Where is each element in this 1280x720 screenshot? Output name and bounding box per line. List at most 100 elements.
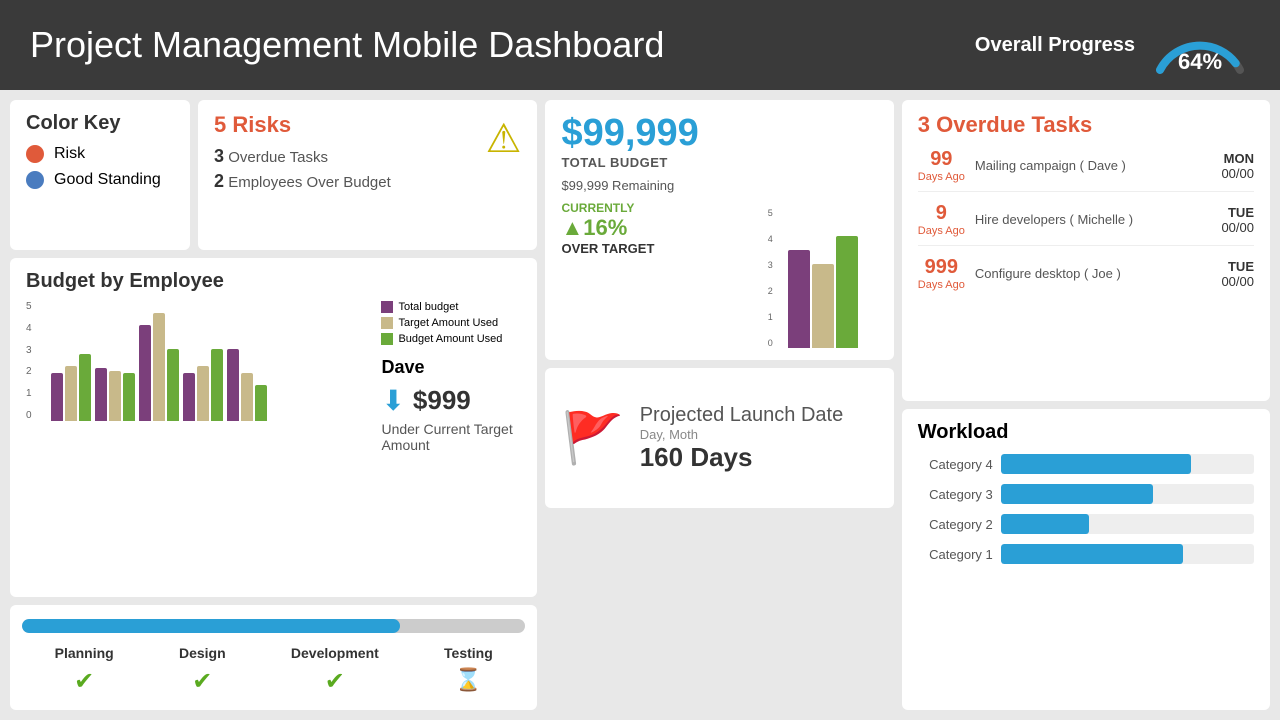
bar-group <box>95 368 135 421</box>
dave-label: Under Current Target Amount <box>381 421 521 453</box>
milestone-testing: Testing ⌛ <box>444 645 493 696</box>
gauge-chart: 64% <box>1150 15 1250 75</box>
check-icon: ✔ <box>192 667 212 696</box>
milestone-progress-fill <box>22 619 400 633</box>
top-left-row: Color Key Risk Good Standing 5 Risks 3 O… <box>10 100 537 250</box>
employee-bar-chart: 5 4 3 2 1 0 <box>26 301 371 421</box>
over-target: OVER TARGET <box>561 241 755 256</box>
workload-bar-fill <box>1001 454 1191 474</box>
legend-good: Good Standing <box>26 171 174 189</box>
workload-label: Category 2 <box>918 517 993 532</box>
task-row: 99 Days Ago Mailing campaign ( Dave ) MO… <box>918 148 1254 192</box>
mini-y-axis: 5 4 3 2 1 0 <box>768 208 773 348</box>
mini-bar-green <box>836 236 858 348</box>
risk-label: Risk <box>54 145 85 163</box>
left-panel: Color Key Risk Good Standing 5 Risks 3 O… <box>10 100 537 710</box>
risks-label: Risks <box>232 112 291 137</box>
workload-bar-fill <box>1001 514 1090 534</box>
milestone-planning: Planning ✔ <box>55 645 114 696</box>
dave-value: $999 <box>413 385 471 416</box>
risks-count: 5 <box>214 112 226 137</box>
budget-mini-chart: 5 4 3 2 1 0 <box>768 112 878 348</box>
milestone-development: Development ✔ <box>291 645 379 696</box>
budget-remaining: $99,999 Remaining <box>561 178 755 193</box>
bar-green <box>211 349 223 421</box>
workload-row-2: Category 2 <box>918 514 1254 534</box>
launch-days: 160 Days <box>640 442 843 473</box>
launch-info: Projected Launch Date Day, Moth 160 Days <box>640 404 843 473</box>
flag-icon: 🚩 <box>561 409 623 468</box>
bar-tan <box>197 366 209 421</box>
bar-group <box>51 354 91 421</box>
milestones-section: Planning ✔ Design ✔ Development ✔ Testin… <box>10 605 537 710</box>
launch-title: Projected Launch Date <box>640 404 843 427</box>
color-key-title: Color Key <box>26 112 174 135</box>
milestone-design: Design ✔ <box>179 645 226 696</box>
task-days-1: 99 Days Ago <box>918 148 965 183</box>
task-days-2: 9 Days Ago <box>918 202 965 237</box>
workload-bar-outer <box>1001 544 1254 564</box>
workload-label: Category 3 <box>918 487 993 502</box>
workload-bar-outer <box>1001 514 1254 534</box>
mini-bar-chart: 5 4 3 2 1 0 <box>768 208 878 348</box>
bar-tan <box>153 313 165 421</box>
bar-purple <box>183 373 195 421</box>
employee-chart-area: 5 4 3 2 1 0 <box>26 301 371 453</box>
risks-card: 5 Risks 3 Overdue Tasks 2 Employees Over… <box>198 100 537 250</box>
bar-tan <box>65 366 77 421</box>
workload-row-1: Category 1 <box>918 544 1254 564</box>
check-icon: ✔ <box>325 667 345 696</box>
target-info: CURRENTLY ▲16% OVER TARGET <box>561 201 755 256</box>
overdue-title: 3 Overdue Tasks <box>918 112 1254 138</box>
budget-content: 5 4 3 2 1 0 <box>26 301 521 453</box>
dave-amount-row: ⬇ $999 <box>381 384 521 417</box>
workload-bar-outer <box>1001 484 1254 504</box>
bar-tan <box>109 371 121 421</box>
task-desc-1: Mailing campaign ( Dave ) <box>975 158 1212 173</box>
bar-tan <box>241 373 253 421</box>
milestones-row: Planning ✔ Design ✔ Development ✔ Testin… <box>22 645 525 696</box>
over-budget-label: Employees Over Budget <box>228 174 391 191</box>
progress-label: Overall Progress <box>975 34 1135 57</box>
bar-purple <box>227 349 239 421</box>
page-title: Project Management Mobile Dashboard <box>30 24 664 66</box>
progress-value: 64% <box>1178 49 1222 75</box>
workload-label: Category 1 <box>918 547 993 562</box>
workload-row-3: Category 3 <box>918 484 1254 504</box>
currently-label: CURRENTLY <box>561 201 755 215</box>
workload-card: Workload Category 4 Category 3 Category … <box>902 409 1270 710</box>
hourglass-icon: ⌛ <box>455 667 482 693</box>
task-date-1: MON 00/00 <box>1221 151 1254 181</box>
over-budget-count: 2 <box>214 171 224 191</box>
bar-purple <box>51 373 63 421</box>
target-pct: ▲16% <box>561 215 755 241</box>
task-row: 9 Days Ago Hire developers ( Michelle ) … <box>918 202 1254 246</box>
budget-label: TOTAL BUDGET <box>561 155 755 170</box>
workload-label: Category 4 <box>918 457 993 472</box>
overdue-tasks-risk: 3 Overdue Tasks <box>214 146 521 167</box>
bar-purple <box>139 325 151 421</box>
task-date-3: TUE 00/00 <box>1221 259 1254 289</box>
workload-title: Workload <box>918 421 1254 444</box>
employee-legend: Total budget Target Amount Used Budget A… <box>381 301 521 453</box>
bar-group <box>183 349 223 421</box>
dave-name: Dave <box>381 357 521 378</box>
budget-employee-card: Budget by Employee 5 4 3 2 1 0 <box>10 258 537 597</box>
workload-bar-outer <box>1001 454 1254 474</box>
main-content: Color Key Risk Good Standing 5 Risks 3 O… <box>0 90 1280 720</box>
launch-date-card: 🚩 Projected Launch Date Day, Moth 160 Da… <box>545 368 893 508</box>
budget-employee-title: Budget by Employee <box>26 270 521 293</box>
overdue-count: 3 <box>214 146 224 166</box>
overdue-count-badge: 3 <box>918 112 930 137</box>
workload-bar-fill <box>1001 484 1153 504</box>
budget-amount: $99,999 <box>561 112 755 155</box>
mini-bar-purple <box>788 250 810 348</box>
bar-green <box>79 354 91 421</box>
overdue-label: Overdue Tasks <box>936 112 1092 137</box>
over-budget-risk: 2 Employees Over Budget <box>214 171 521 192</box>
bar-green <box>123 373 135 421</box>
task-desc-2: Hire developers ( Michelle ) <box>975 212 1212 227</box>
workload-row-4: Category 4 <box>918 454 1254 474</box>
mini-bar-tan <box>812 264 834 348</box>
legend-risk: Risk <box>26 145 174 163</box>
